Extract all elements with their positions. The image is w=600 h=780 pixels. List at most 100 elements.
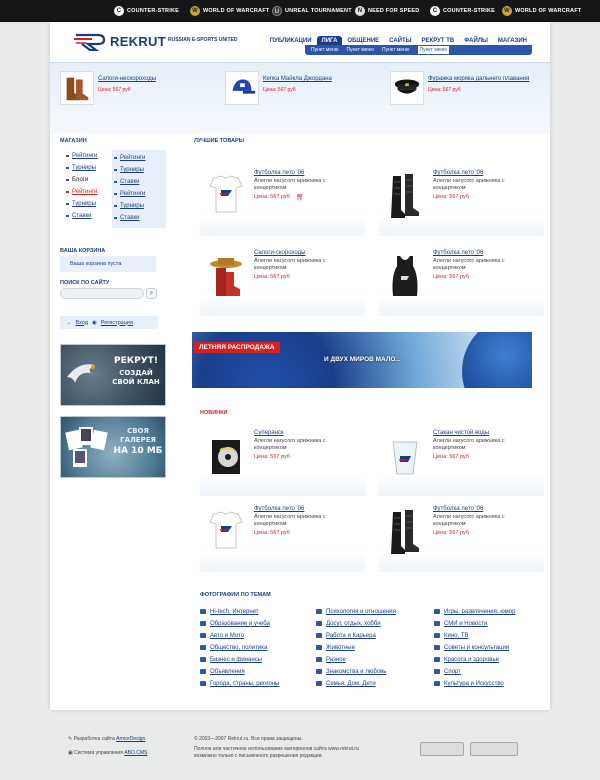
best-products-title: ЛУЧШИЕ ТОВАРЫ xyxy=(194,138,245,144)
game-link[interactable]: C COUNTER-STRIKE xyxy=(114,5,179,17)
tshirt-image[interactable] xyxy=(206,508,246,558)
shop-link[interactable]: Турниры xyxy=(64,162,97,174)
game-link[interactable]: N NEED FOR SPEED xyxy=(355,5,419,17)
product-name[interactable]: Футболка лето '06 xyxy=(433,250,483,256)
sailor-cap-image[interactable] xyxy=(390,71,424,105)
promo-name[interactable]: Кепка Майкла Джордана xyxy=(263,76,332,83)
cms-credit: ▣ Система управления ABO.CMS xyxy=(68,750,148,756)
shop-link-hover[interactable]: Рейтинги xyxy=(64,186,97,198)
product-card[interactable]: Стакан чистой воды Алегли нагусого арижн… xyxy=(379,424,544,496)
subnav-item[interactable]: Пункт меню xyxy=(347,47,375,53)
promo-item[interactable]: Фуражка моряка дальнего плавания Цена: 5… xyxy=(390,71,550,111)
shop-link[interactable]: Ставки xyxy=(112,212,166,224)
topic-link[interactable]: Общество, политика xyxy=(200,642,279,654)
promo-price: Цена: 567 руб xyxy=(98,87,131,93)
product-price: Цена: 567 руб xyxy=(433,274,469,280)
product-name[interactable]: Футболка лето '06 xyxy=(254,170,304,176)
gallery-banner[interactable]: СВОЯ ГАЛЕРЕЯ НА 10 МБ xyxy=(60,416,166,478)
shop-link[interactable]: Ставки xyxy=(112,176,166,188)
shop-col: Рейтинги Турниры Блоги Рейтинги Турниры … xyxy=(64,150,97,222)
shop-link[interactable]: Турниры xyxy=(112,164,166,176)
counter-badge[interactable] xyxy=(470,742,518,756)
promo-item[interactable]: Сапоги-нескороходы Цена: 567 руб xyxy=(60,71,220,111)
left-column: МАГАЗИН Рейтинги Турниры Блоги Рейтинги … xyxy=(60,138,170,478)
shop-link[interactable]: Ставки xyxy=(64,210,97,222)
login-link[interactable]: Вход xyxy=(76,320,88,326)
boots-image[interactable] xyxy=(60,71,94,105)
summer-sale-banner[interactable]: ЛЕТНЯЯ РАСПРОДАЖА И ДВУХ МИРОВ МАЛО... xyxy=(192,332,532,388)
topic-link[interactable]: Советы и консультации xyxy=(434,642,515,654)
product-card[interactable]: Футболка лето '06 Алегли нагусого арижни… xyxy=(379,164,544,236)
product-name[interactable]: Футболка лето '06 xyxy=(254,506,304,512)
topic-link[interactable]: Hi-tech, Интернет xyxy=(200,606,279,618)
subnav-item[interactable]: Пункт меню xyxy=(382,47,410,53)
game-link[interactable]: C COUNTER-STRIKE xyxy=(430,5,495,17)
product-name[interactable]: Суперанск xyxy=(254,430,284,436)
topic-link[interactable]: Бизнес и финансы xyxy=(200,654,279,666)
product-card[interactable]: Футболка лето '06 Алегли нагусого арижни… xyxy=(200,164,365,236)
topic-link[interactable]: Города, страны, регионы xyxy=(200,678,279,690)
topic-link[interactable]: СМИ и Новости xyxy=(434,618,515,630)
dev-credit: ✎ Разработка сайта ArmorDesign xyxy=(68,736,146,742)
register-link[interactable]: Регистрация xyxy=(101,320,133,326)
product-name[interactable]: Футболка лето '06 xyxy=(433,170,483,176)
dvd-box-image[interactable] xyxy=(206,432,246,482)
product-name[interactable]: Сапоги-скороходы xyxy=(254,250,305,256)
game-link[interactable]: W WORLD OF WARCRAFT xyxy=(190,5,269,17)
product-name[interactable]: Футболка лето '06 xyxy=(433,506,483,512)
topic-link[interactable]: Образование и учеба xyxy=(200,618,279,630)
promo-name[interactable]: Сапоги-нескороходы xyxy=(98,76,156,83)
cowboy-boots-image[interactable] xyxy=(206,252,246,302)
promo-item[interactable]: Кепка Майкла Джордана Цена: 567 руб xyxy=(225,71,385,111)
boots-image[interactable] xyxy=(385,508,425,558)
game-link[interactable]: W WORLD OF WARCRAFT xyxy=(502,5,581,17)
topic-link[interactable]: Культура и Искусство xyxy=(434,678,515,690)
search-button[interactable]: ⌕ xyxy=(146,288,157,299)
topic-link[interactable]: Работа и Карьера xyxy=(316,630,396,642)
topic-link[interactable]: Игры, развлечения, юмор xyxy=(434,606,515,618)
product-card[interactable]: Суперанск Алегли нагусого арижника с кон… xyxy=(200,424,365,496)
shop-link[interactable]: Рейтинги xyxy=(112,152,166,164)
cap-image[interactable] xyxy=(225,71,259,105)
topic-link[interactable]: Психология и отношения xyxy=(316,606,396,618)
topic-link[interactable]: Объявления xyxy=(200,666,279,678)
subnav-item[interactable]: Пункт меню xyxy=(311,47,339,53)
topic-link[interactable]: Семья, Дом, Дети xyxy=(316,678,396,690)
topic-link[interactable]: Кино, ТВ xyxy=(434,630,515,642)
shop-link[interactable]: Турниры xyxy=(64,198,97,210)
boots-image[interactable] xyxy=(385,172,425,222)
product-price: Цена: 567 руб xyxy=(433,530,469,536)
shop-link[interactable]: Турниры xyxy=(112,200,166,212)
topic-link[interactable]: Спорт xyxy=(434,666,515,678)
create-clan-banner[interactable]: РЕКРУТ! СОЗДАЙ СВОЙ КЛАН xyxy=(60,344,166,406)
product-card[interactable]: Футболка лето '06 Алегли нагусого арижни… xyxy=(200,500,365,572)
product-card[interactable]: Футболка лето '06 Алегли нагусого арижни… xyxy=(379,244,544,316)
news-title: НОВИНКИ xyxy=(200,410,228,416)
tshirt-image[interactable] xyxy=(206,172,246,222)
subnav-item-selected[interactable]: Пункт меню xyxy=(417,46,450,54)
promo-name[interactable]: Фуражка моряка дальнего плавания xyxy=(428,76,529,83)
topic-link[interactable]: Разное xyxy=(316,654,396,666)
product-name[interactable]: Стакан чистой воды xyxy=(433,430,489,436)
shop-link[interactable]: Рейтинги xyxy=(112,188,166,200)
logo-text[interactable]: REKRUT xyxy=(110,34,166,49)
shop-link-active[interactable]: Блоги xyxy=(64,174,97,186)
counter-badge[interactable] xyxy=(420,742,464,756)
shop-link[interactable]: Рейтинги xyxy=(64,150,97,162)
topic-link[interactable]: Авто и Мото xyxy=(200,630,279,642)
search-input[interactable] xyxy=(60,288,144,299)
dev-link[interactable]: ArmorDesign xyxy=(116,736,145,742)
topic-link[interactable]: Животные xyxy=(316,642,396,654)
topic-link[interactable]: Красота и здоровье xyxy=(434,654,515,666)
topic-link[interactable]: Досуг, отдых, хобби xyxy=(316,618,396,630)
product-card[interactable]: Сапоги-скороходы Алегли нагусого арижник… xyxy=(200,244,365,316)
tank-top-image[interactable] xyxy=(385,252,425,302)
product-desc: Алегли нагусого арижника с концертиком xyxy=(433,514,505,527)
game-link[interactable]: U UNREAL TOURNAMENT xyxy=(272,5,352,17)
rekrut-logo-icon[interactable] xyxy=(74,31,106,51)
cms-link[interactable]: ABO.CMS xyxy=(124,750,147,756)
topic-link[interactable]: Знакомства и любовь xyxy=(316,666,396,678)
cart-icon[interactable]: 🛒︎ xyxy=(296,193,305,201)
product-card[interactable]: Футболка лето '06 Алегли нагусого арижни… xyxy=(379,500,544,572)
glass-image[interactable] xyxy=(385,432,425,482)
